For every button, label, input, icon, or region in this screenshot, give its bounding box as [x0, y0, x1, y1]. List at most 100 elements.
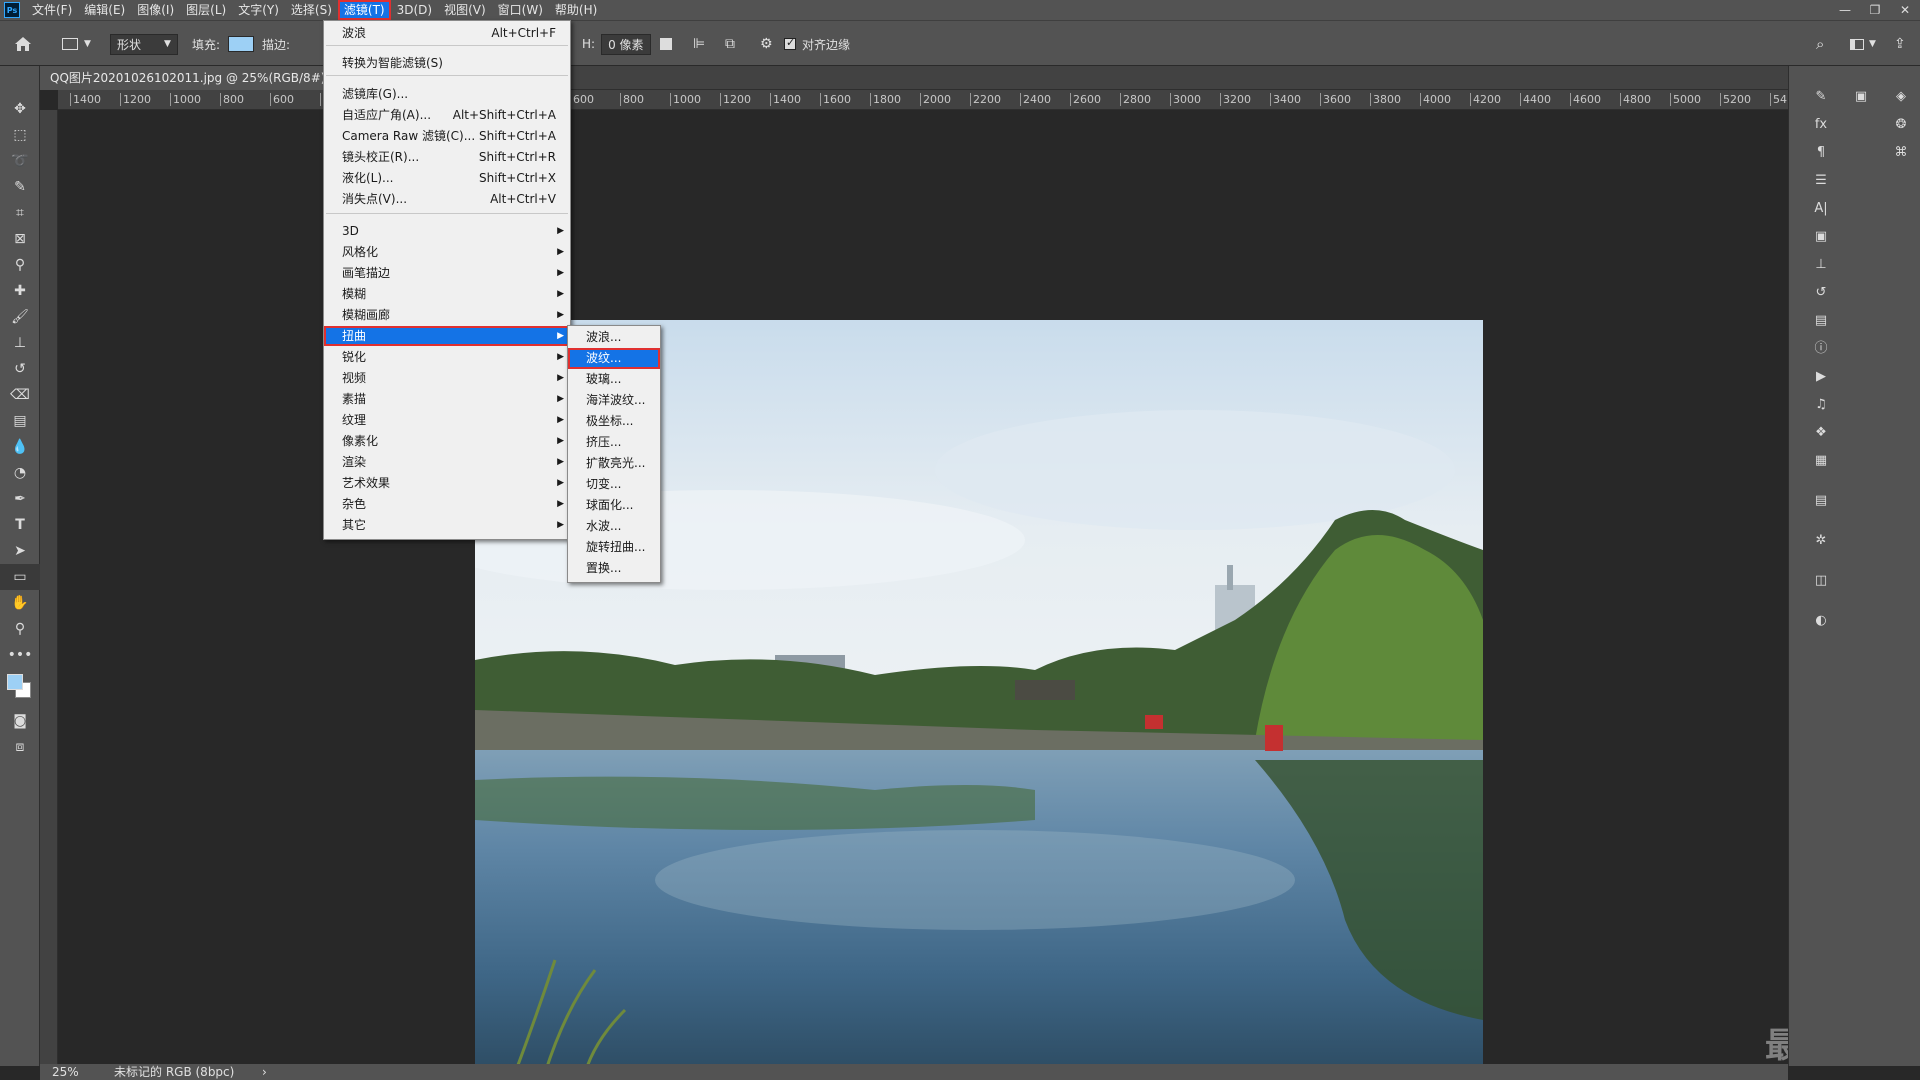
- filter-menu-item-vanishing-point[interactable]: 消失点(V)... Alt+Ctrl+V: [324, 189, 570, 209]
- filter-menu-item-adaptive-wide-angle[interactable]: 自适应广角(A)... Alt+Shift+Ctrl+A: [324, 105, 570, 125]
- distort-item-polar-coordinates[interactable]: 极坐标...: [568, 411, 660, 432]
- crop-tool[interactable]: ⌗: [0, 200, 40, 226]
- notes-panel-button[interactable]: ▤: [1809, 490, 1833, 512]
- distort-item-wave[interactable]: 波浪...: [568, 327, 660, 348]
- menu-image[interactable]: 图像(I): [131, 0, 180, 20]
- path-alignment-button[interactable]: ⊫: [693, 21, 705, 67]
- channels-panel-button[interactable]: ❂: [1889, 114, 1913, 136]
- foreground-color[interactable]: [7, 674, 23, 690]
- hand-tool[interactable]: ✋: [0, 590, 40, 616]
- align-edges-option[interactable]: 对齐边缘: [784, 21, 850, 67]
- swatches-panel-button[interactable]: ▣: [1849, 86, 1873, 108]
- color-panel-button[interactable]: ◐: [1809, 610, 1833, 632]
- lasso-tool[interactable]: ➰: [0, 148, 40, 174]
- distort-item-pinch[interactable]: 挤压...: [568, 432, 660, 453]
- distort-item-zigzag[interactable]: 水波...: [568, 516, 660, 537]
- distort-item-spherize[interactable]: 球面化...: [568, 495, 660, 516]
- filter-menu-item-last-filter[interactable]: 波浪 Alt+Ctrl+F: [324, 23, 570, 43]
- color-swatches[interactable]: [0, 668, 40, 708]
- distort-item-diffuse-glow[interactable]: 扩散亮光...: [568, 453, 660, 474]
- more-tools[interactable]: •••: [0, 642, 40, 668]
- menu-select[interactable]: 选择(S): [285, 0, 338, 20]
- height-input[interactable]: 0 像素: [601, 33, 651, 55]
- filter-group-other[interactable]: 其它 ▶: [324, 515, 570, 535]
- clone-stamp-tool[interactable]: ⊥: [0, 330, 40, 356]
- fill-color-swatch[interactable]: [228, 36, 255, 52]
- layer-comps-panel-button[interactable]: ▤: [1809, 310, 1833, 332]
- distort-item-displace[interactable]: 置换...: [568, 558, 660, 579]
- status-menu-arrow[interactable]: ›: [262, 1064, 267, 1080]
- home-button[interactable]: [14, 21, 32, 67]
- menu-help[interactable]: 帮助(H): [549, 0, 603, 20]
- layers-panel-button[interactable]: ◈: [1889, 86, 1913, 108]
- distort-item-twirl[interactable]: 旋转扭曲...: [568, 537, 660, 558]
- filter-group-noise[interactable]: 杂色 ▶: [324, 494, 570, 514]
- quick-select-tool[interactable]: ✎: [0, 174, 40, 200]
- filter-group-blur-gallery[interactable]: 模糊画廊 ▶: [324, 305, 570, 325]
- filter-group-3d[interactable]: 3D ▶: [324, 221, 570, 241]
- filter-menu-item-liquify[interactable]: 液化(L)... Shift+Ctrl+X: [324, 168, 570, 188]
- menu-3d[interactable]: 3D(D): [391, 0, 438, 20]
- document-tab[interactable]: QQ图片20201026102011.jpg @ 25%(RGB/8#): [40, 66, 336, 90]
- type-tool[interactable]: T: [0, 512, 40, 538]
- filter-menu-item-camera-raw[interactable]: Camera Raw 滤镜(C)... Shift+Ctrl+A: [324, 126, 570, 146]
- filter-group-brush-strokes[interactable]: 画笔描边 ▶: [324, 263, 570, 283]
- filter-group-pixelate[interactable]: 像素化 ▶: [324, 431, 570, 451]
- character-panel-button[interactable]: A|: [1809, 198, 1833, 220]
- menu-type[interactable]: 文字(Y): [232, 0, 285, 20]
- measurement-panel-button[interactable]: ▦: [1809, 450, 1833, 472]
- shape-mode-select[interactable]: 形状 ▼: [110, 21, 178, 67]
- gear-button[interactable]: ⚙: [760, 21, 773, 67]
- menu-edit[interactable]: 编辑(E): [78, 0, 131, 20]
- filter-group-sketch[interactable]: 素描 ▶: [324, 389, 570, 409]
- filter-group-texture[interactable]: 纹理 ▶: [324, 410, 570, 430]
- filter-group-video[interactable]: 视频 ▶: [324, 368, 570, 388]
- filter-menu-item-lens-correction[interactable]: 镜头校正(R)... Shift+Ctrl+R: [324, 147, 570, 167]
- adjustments-panel-button[interactable]: ☰: [1809, 170, 1833, 192]
- clone-source-panel-button[interactable]: ⊥: [1809, 254, 1833, 276]
- restore-button[interactable]: ❐: [1860, 0, 1890, 20]
- filter-group-sharpen[interactable]: 锐化 ▶: [324, 347, 570, 367]
- marquee-tool[interactable]: ⬚: [0, 122, 40, 148]
- paragraph-panel-button[interactable]: ¶: [1809, 142, 1833, 164]
- frame-tool[interactable]: ⊠: [0, 226, 40, 252]
- eyedropper-tool[interactable]: ⚲: [0, 252, 40, 278]
- filter-group-stylize[interactable]: 风格化 ▶: [324, 242, 570, 262]
- canvas-area[interactable]: 最需教育: [58, 110, 1907, 1073]
- info-panel-button[interactable]: ⓘ: [1809, 338, 1833, 360]
- gradient-tool[interactable]: ▤: [0, 408, 40, 434]
- distort-item-shear[interactable]: 切变...: [568, 474, 660, 495]
- distort-item-glass[interactable]: 玻璃...: [568, 369, 660, 390]
- filter-group-blur[interactable]: 模糊 ▶: [324, 284, 570, 304]
- filter-group-distort[interactable]: 扭曲 ▶: [324, 326, 570, 346]
- 3d-panel-button[interactable]: ❖: [1809, 422, 1833, 444]
- menu-window[interactable]: 窗口(W): [492, 0, 549, 20]
- rectangle-tool[interactable]: ▭: [0, 564, 40, 590]
- filter-menu-item-filter-gallery[interactable]: 滤镜库(G)...: [324, 84, 570, 104]
- glyphs-panel-button[interactable]: ✲: [1809, 530, 1833, 552]
- share-button[interactable]: ⇪: [1894, 21, 1906, 67]
- timeline-panel-button[interactable]: ♫: [1809, 394, 1833, 416]
- filter-group-artistic[interactable]: 艺术效果 ▶: [324, 473, 570, 493]
- workspace-button[interactable]: ▼: [1850, 21, 1876, 67]
- distort-item-ocean-ripple[interactable]: 海洋波纹...: [568, 390, 660, 411]
- filter-group-render[interactable]: 渲染 ▶: [324, 452, 570, 472]
- minimize-button[interactable]: —: [1830, 0, 1860, 20]
- eraser-tool[interactable]: ⌫: [0, 382, 40, 408]
- distort-item-ripple[interactable]: 波纹...: [568, 348, 660, 369]
- move-tool[interactable]: ✥: [0, 96, 40, 122]
- properties-panel-button[interactable]: ▣: [1809, 226, 1833, 248]
- path-operations-button[interactable]: [660, 21, 672, 67]
- quick-mask-button[interactable]: ◙: [0, 708, 40, 734]
- styles-panel-button[interactable]: fx: [1809, 114, 1833, 136]
- tool-preset-picker[interactable]: ▼: [62, 21, 91, 67]
- close-button[interactable]: ✕: [1890, 0, 1920, 20]
- menu-view[interactable]: 视图(V): [438, 0, 492, 20]
- history-panel-button[interactable]: ↺: [1809, 282, 1833, 304]
- libraries-panel-button[interactable]: ◫: [1809, 570, 1833, 592]
- history-brush-tool[interactable]: ↺: [0, 356, 40, 382]
- zoom-tool[interactable]: ⚲: [0, 616, 40, 642]
- menu-filter[interactable]: 滤镜(T): [337, 0, 391, 20]
- paths-panel-button[interactable]: ⌘: [1889, 142, 1913, 164]
- actions-panel-button[interactable]: ▶: [1809, 366, 1833, 388]
